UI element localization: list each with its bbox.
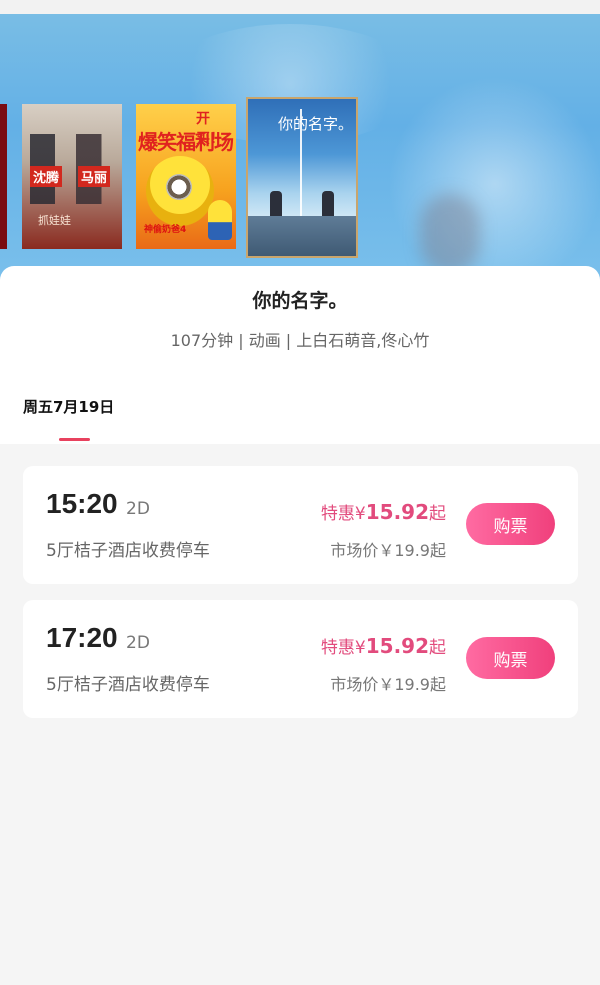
poster-carousel[interactable]: 沈腾 马丽 抓娃娃 开买！ 爆笑福利场 神偷奶爸4 你的名字。 [0,14,600,294]
market-price: 市场价￥19.9起 [330,541,446,560]
minion-goggle-art [166,174,192,200]
movie-meta: 107分钟 | 动画 | 上白石萌音,佟心竹 [170,331,430,350]
showtime-card[interactable]: 15:20 2D 5厅桔子酒店收费停车 特惠¥15.92起 市场价￥19.9起 … [23,466,578,584]
movie-info-panel: 你的名字。 107分钟 | 动画 | 上白石萌音,佟心竹 周五7月19日 [0,266,600,444]
promo-prefix: 特惠¥ [320,504,366,524]
poster-text: 沈腾 [30,166,63,187]
showtime-time: 15:20 [46,488,118,519]
tab-date[interactable]: 周五7月19日 [23,396,114,417]
background-blur [420,194,480,274]
buy-ticket-button[interactable]: 购票 [466,503,555,545]
showtime-time: 17:20 [46,622,118,653]
promo-amount: 15.92 [365,500,429,524]
poster-text: 爆笑福利场 [138,130,234,154]
showtime-format: 2D [126,633,150,653]
poster-your-name-selected[interactable]: 你的名字。 [246,97,358,258]
market-price: 市场价￥19.9起 [330,675,446,694]
showtime-card[interactable]: 17:20 2D 5厅桔子酒店收费停车 特惠¥15.92起 市场价￥19.9起 … [23,600,578,718]
poster-text: 你的名字。 [278,115,354,133]
showtime-hall: 5厅桔子酒店收费停车 [46,675,210,695]
promo-amount: 15.92 [365,634,429,658]
showtime-format: 2D [126,499,150,519]
minion-art [208,200,232,240]
poster-text: 神偷奶爸4 [144,225,187,235]
city-art [248,216,356,256]
tab-indicator [59,438,90,441]
status-strip [0,0,600,14]
poster-shen-teng-ma-li[interactable]: 沈腾 马丽 抓娃娃 [22,104,122,249]
promo-price: 特惠¥15.92起 [321,499,446,524]
poster-text: 抓娃娃 [38,214,71,227]
promo-suffix: 起 [429,638,446,658]
buy-ticket-button[interactable]: 购票 [466,637,555,679]
poster-text: 马丽 [78,166,111,187]
background-blur [390,74,600,294]
poster-minions[interactable]: 开买！ 爆笑福利场 神偷奶爸4 [136,104,236,249]
promo-suffix: 起 [429,504,446,524]
showtime-hall: 5厅桔子酒店收费停车 [46,541,210,561]
promo-price: 特惠¥15.92起 [321,633,446,658]
promo-prefix: 特惠¥ [320,638,366,658]
movie-title: 你的名字。 [252,290,348,312]
poster-partial[interactable] [0,104,7,249]
